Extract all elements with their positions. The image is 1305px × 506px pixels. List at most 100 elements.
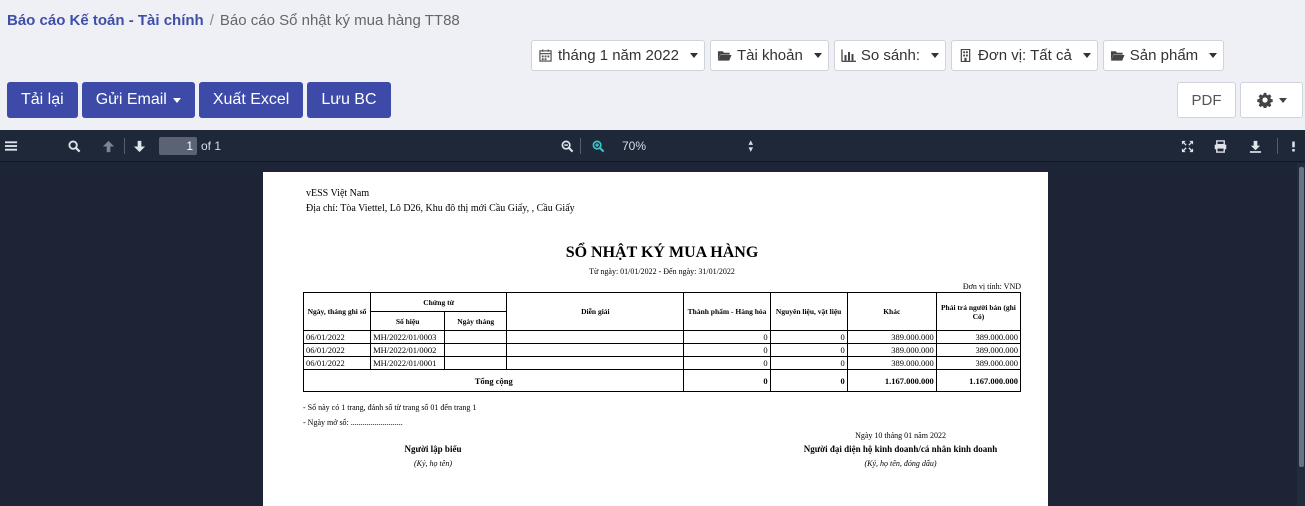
zoom-in-button[interactable] bbox=[592, 130, 605, 162]
month-filter-label: tháng 1 năm 2022 bbox=[558, 47, 679, 64]
print-button[interactable] bbox=[1214, 130, 1227, 162]
save-report-button[interactable]: Lưu BC bbox=[307, 82, 391, 118]
next-page-button[interactable] bbox=[133, 130, 146, 162]
export-excel-button[interactable]: Xuất Excel bbox=[198, 82, 304, 118]
row-voucher-date bbox=[444, 330, 508, 344]
breadcrumb: Báo cáo Kế toán - Tài chính / Báo cáo Sổ… bbox=[7, 12, 460, 29]
header-voucher-date: Ngày tháng bbox=[444, 311, 508, 331]
scrollbar[interactable] bbox=[1297, 163, 1305, 506]
account-filter[interactable]: Tài khoản bbox=[709, 40, 829, 71]
compare-filter[interactable]: So sánh: bbox=[833, 40, 947, 71]
compare-filter-label: So sánh: bbox=[860, 47, 921, 64]
chevron-down-icon bbox=[1082, 53, 1091, 58]
chevron-down-icon bbox=[1278, 97, 1287, 103]
row-other: 389.000.000 bbox=[846, 330, 937, 344]
gear-icon bbox=[1256, 92, 1273, 108]
row-other: 389.000.000 bbox=[846, 343, 937, 357]
total-other: 1.167.000.000 bbox=[846, 369, 937, 392]
building-icon bbox=[960, 49, 971, 62]
header-description: Diễn giải bbox=[506, 292, 685, 331]
representative-subtitle: (Ký, họ tên, đóng dấu) bbox=[864, 459, 937, 468]
presentation-mode-button[interactable] bbox=[1181, 130, 1194, 162]
scrollbar-thumb[interactable] bbox=[1299, 167, 1304, 467]
row-voucher-no: MH/2022/01/0002 bbox=[370, 343, 446, 357]
previous-page-button[interactable] bbox=[102, 130, 115, 162]
pdf-button[interactable]: PDF bbox=[1177, 82, 1236, 118]
total-payable: 1.167.000.000 bbox=[935, 369, 1022, 392]
folder-open-icon bbox=[1110, 51, 1125, 61]
breadcrumb-current: Báo cáo Sổ nhật ký mua hàng TT88 bbox=[219, 12, 460, 29]
note-open-date: - Ngày mở sổ: .......................... bbox=[303, 418, 403, 427]
chevron-down-icon bbox=[689, 53, 698, 58]
preparer-title: Người lập biểu bbox=[404, 444, 462, 454]
header-materials: Nguyên liệu, vật liệu bbox=[769, 292, 848, 331]
row-materials: 0 bbox=[769, 330, 848, 344]
page-number-input[interactable]: 1 bbox=[159, 137, 197, 155]
table-row: 06/01/2022 MH/2022/01/0002 0 0 389.000.0… bbox=[302, 343, 1022, 357]
row-description bbox=[506, 343, 685, 357]
zoom-in-icon bbox=[592, 140, 605, 152]
header-other: Khác bbox=[846, 292, 937, 331]
report-page: vESS Việt Nam Địa chỉ: Tòa Viettel, Lô D… bbox=[263, 172, 1048, 506]
row-goods: 0 bbox=[683, 356, 771, 370]
chevron-down-icon bbox=[1209, 53, 1218, 58]
account-filter-label: Tài khoản bbox=[736, 47, 803, 64]
find-button[interactable] bbox=[68, 130, 81, 162]
total-goods: 0 bbox=[683, 369, 771, 392]
month-filter[interactable]: tháng 1 năm 2022 bbox=[531, 40, 705, 71]
settings-button[interactable] bbox=[1240, 82, 1303, 118]
download-button[interactable] bbox=[1249, 130, 1262, 162]
product-filter[interactable]: Sản phẩm bbox=[1102, 40, 1225, 71]
zoom-out-button[interactable] bbox=[561, 130, 574, 162]
tools-button[interactable] bbox=[1291, 130, 1296, 162]
row-payable: 389.000.000 bbox=[935, 343, 1022, 357]
table-row: 06/01/2022 MH/2022/01/0003 0 0 389.000.0… bbox=[302, 330, 1022, 344]
table-row: 06/01/2022 MH/2022/01/0001 0 0 389.000.0… bbox=[302, 356, 1022, 370]
note-pages: - Sổ này có 1 trang, đánh số từ trang số… bbox=[303, 403, 477, 412]
header-payable: Phải trả người bán (ghi Có) bbox=[935, 292, 1022, 331]
download-icon bbox=[1249, 140, 1262, 153]
total-row: Tổng cộng 0 0 1.167.000.000 1.167.000.00… bbox=[302, 369, 1022, 392]
row-other: 389.000.000 bbox=[846, 356, 937, 370]
chevron-down-icon bbox=[931, 53, 940, 58]
page-total: of 1 bbox=[201, 139, 222, 153]
breadcrumb-parent-link[interactable]: Báo cáo Kế toán - Tài chính bbox=[7, 12, 204, 29]
bar-chart-icon bbox=[841, 49, 856, 62]
row-goods: 0 bbox=[683, 330, 771, 344]
chevron-down-icon bbox=[813, 53, 822, 58]
row-voucher-no: MH/2022/01/0001 bbox=[370, 356, 446, 370]
arrow-down-icon bbox=[133, 140, 146, 152]
sidebar-toggle-button[interactable] bbox=[5, 130, 18, 162]
updown-icon: ▴ ▾ bbox=[748, 137, 753, 154]
zoom-select[interactable]: 70% ▴ ▾ bbox=[622, 130, 757, 162]
filter-bar: tháng 1 năm 2022 Tài khoản So sánh: Đơn … bbox=[531, 40, 1225, 71]
total-materials: 0 bbox=[769, 369, 848, 392]
row-date: 06/01/2022 bbox=[302, 356, 372, 370]
pdf-toolbar: 1 of 1 70% ▴ ▾ bbox=[0, 130, 1305, 162]
toolbar-divider bbox=[1277, 138, 1278, 154]
search-icon bbox=[68, 139, 81, 152]
row-payable: 389.000.000 bbox=[935, 356, 1022, 370]
unit-filter[interactable]: Đơn vị: Tất cả bbox=[951, 40, 1098, 71]
row-materials: 0 bbox=[769, 343, 848, 357]
header-date: Ngày, tháng ghi sổ bbox=[302, 292, 372, 331]
row-payable: 389.000.000 bbox=[935, 330, 1022, 344]
unit-filter-label: Đơn vị: Tất cả bbox=[978, 47, 1072, 64]
send-email-button[interactable]: Gửi Email bbox=[81, 82, 195, 118]
toolbar-divider bbox=[580, 138, 581, 154]
reload-button[interactable]: Tải lại bbox=[7, 82, 78, 118]
ledger-table: Ngày, tháng ghi sổ Chứng từ Diễn giải Th… bbox=[302, 292, 1022, 392]
total-label: Tổng cộng bbox=[302, 369, 685, 392]
fullscreen-icon bbox=[1181, 140, 1194, 152]
row-goods: 0 bbox=[683, 343, 771, 357]
zoom-value: 70% bbox=[622, 139, 647, 153]
row-description bbox=[506, 356, 685, 370]
preparer-subtitle: (Ký, họ tên) bbox=[414, 459, 452, 468]
print-icon bbox=[1214, 139, 1227, 153]
folder-open-icon bbox=[717, 51, 732, 61]
menu-icon bbox=[5, 141, 18, 151]
row-description bbox=[506, 330, 685, 344]
header-voucher: Chứng từ bbox=[370, 292, 508, 312]
company-address: Địa chỉ: Tòa Viettel, Lô D26, Khu đô thị… bbox=[306, 203, 575, 214]
pdf-viewer: 1 of 1 70% ▴ ▾ vESS Việt Nam Địa chỉ: Tò… bbox=[0, 130, 1305, 506]
